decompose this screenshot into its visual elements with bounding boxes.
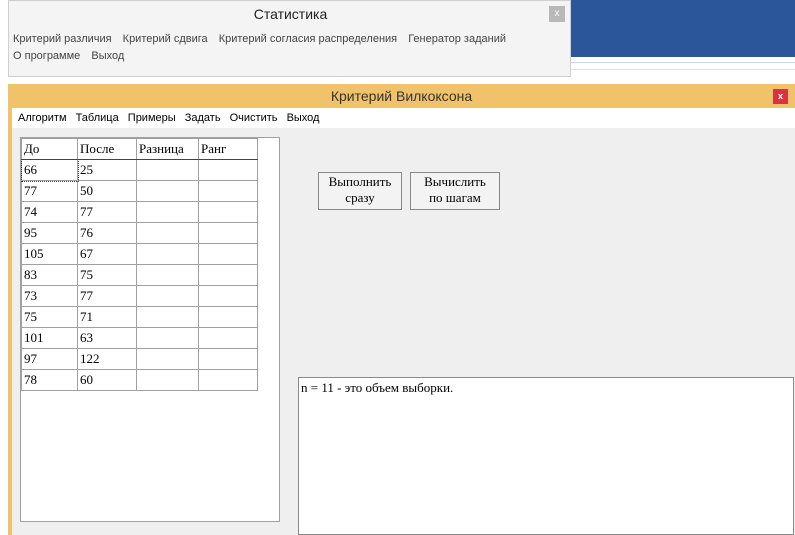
menu-item-clear[interactable]: Очистить bbox=[230, 112, 278, 124]
table-row: 78 60 bbox=[21, 369, 258, 391]
table-cell[interactable]: 97 bbox=[21, 348, 78, 370]
output-text: n = 11 - это объем выборки. bbox=[301, 380, 454, 395]
divider bbox=[571, 69, 795, 70]
menu-item-task-generator[interactable]: Генератор заданий bbox=[408, 33, 506, 45]
wilcoxon-menu-bar: Алгоритм Таблица Примеры Задать Очистить… bbox=[12, 108, 795, 128]
menu-item-algorithm[interactable]: Алгоритм bbox=[18, 112, 67, 124]
column-header-after[interactable]: После bbox=[77, 138, 137, 160]
table-cell[interactable]: 74 bbox=[21, 201, 78, 223]
table-row: 66 25 bbox=[20, 158, 258, 182]
table-row: 77 50 bbox=[21, 180, 258, 202]
step-by-step-button-line2: по шагам bbox=[429, 190, 481, 205]
table-cell[interactable] bbox=[198, 327, 258, 349]
table-cell[interactable] bbox=[136, 369, 199, 391]
table-cell[interactable]: 60 bbox=[77, 369, 137, 391]
table-row: 73 77 bbox=[21, 285, 258, 307]
table-cell[interactable]: 75 bbox=[21, 306, 78, 328]
table-row: 75 71 bbox=[21, 306, 258, 328]
table-cell[interactable] bbox=[136, 180, 199, 202]
table-cell[interactable]: 71 bbox=[77, 306, 137, 328]
statistics-close-icon[interactable]: x bbox=[549, 6, 565, 22]
column-header-rank[interactable]: Ранг bbox=[198, 138, 258, 160]
table-cell[interactable] bbox=[136, 264, 199, 286]
table-cell[interactable]: 67 bbox=[77, 243, 137, 265]
table-cell[interactable] bbox=[198, 222, 258, 244]
table-cell[interactable]: 73 bbox=[21, 285, 78, 307]
table-cell[interactable] bbox=[198, 159, 258, 181]
table-cell[interactable]: 78 bbox=[21, 369, 78, 391]
table-cell[interactable] bbox=[136, 348, 199, 370]
table-cell[interactable] bbox=[136, 159, 199, 181]
table-cell[interactable]: 95 bbox=[21, 222, 78, 244]
menu-item-shift-criterion[interactable]: Критерий сдвига bbox=[123, 33, 208, 45]
wilcoxon-window: Критерий Вилкоксона x Алгоритм Таблица П… bbox=[8, 84, 795, 535]
table-cell[interactable] bbox=[136, 285, 199, 307]
table-cell[interactable]: 101 bbox=[21, 327, 78, 349]
table-row: 101 63 bbox=[21, 327, 258, 349]
desktop-background bbox=[571, 0, 795, 57]
table-cell[interactable] bbox=[198, 180, 258, 202]
menu-item-examples[interactable]: Примеры bbox=[128, 112, 176, 124]
run-now-button[interactable]: Выполнить сразу bbox=[318, 172, 402, 210]
data-grid[interactable]: До После Разница Ранг 66 25 77 50 74 77 95 76 10… bbox=[20, 137, 280, 522]
wilcoxon-close-icon[interactable]: x bbox=[773, 89, 788, 104]
menu-item-goodness-of-fit[interactable]: Критерий согласия распределения bbox=[219, 33, 397, 45]
table-cell[interactable]: 75 bbox=[77, 264, 137, 286]
run-now-button-line1: Выполнить bbox=[328, 174, 392, 189]
table-cell[interactable] bbox=[198, 243, 258, 265]
wilcoxon-window-title: Критерий Вилкоксона bbox=[330, 88, 473, 104]
menu-item-set[interactable]: Задать bbox=[185, 112, 221, 124]
menu-item-difference-criterion[interactable]: Критерий различия bbox=[13, 33, 112, 45]
statistics-menu-bar: Критерий различия Критерий сдвига Критер… bbox=[9, 31, 569, 65]
table-cell[interactable]: 105 bbox=[21, 243, 78, 265]
table-cell[interactable] bbox=[136, 306, 199, 328]
table-cell[interactable]: 77 bbox=[77, 285, 137, 307]
table-row: 83 75 bbox=[21, 264, 258, 286]
output-textarea[interactable]: n = 11 - это объем выборки. bbox=[298, 377, 794, 535]
table-cell[interactable] bbox=[198, 264, 258, 286]
table-row: 74 77 bbox=[21, 201, 258, 223]
table-row: 97 122 bbox=[21, 348, 258, 370]
table-cell[interactable] bbox=[136, 327, 199, 349]
statistics-window-title: Статистика bbox=[253, 6, 328, 22]
step-by-step-button-line1: Вычислить bbox=[424, 174, 486, 189]
table-cell[interactable] bbox=[136, 222, 199, 244]
table-cell[interactable]: 25 bbox=[77, 159, 137, 181]
column-header-difference[interactable]: Разница bbox=[136, 138, 199, 160]
divider bbox=[571, 62, 795, 63]
table-cell[interactable] bbox=[136, 243, 199, 265]
table-header-row: До После Разница Ранг bbox=[21, 138, 258, 160]
window-client-area: Алгоритм Таблица Примеры Задать Очистить… bbox=[12, 108, 795, 535]
table-cell[interactable]: 77 bbox=[21, 180, 78, 202]
table-cell[interactable] bbox=[136, 201, 199, 223]
menu-item-exit[interactable]: Выход bbox=[91, 50, 124, 62]
table-row: 105 67 bbox=[21, 243, 258, 265]
table-cell[interactable] bbox=[198, 348, 258, 370]
data-table: До После Разница Ранг 66 25 77 50 74 77 95 76 10… bbox=[20, 138, 258, 391]
table-cell[interactable]: 66 bbox=[20, 158, 79, 182]
table-cell[interactable]: 77 bbox=[77, 201, 137, 223]
table-cell[interactable]: 83 bbox=[21, 264, 78, 286]
table-cell[interactable]: 122 bbox=[77, 348, 137, 370]
step-by-step-button[interactable]: Вычислить по шагам bbox=[410, 172, 500, 210]
menu-item-about[interactable]: О программе bbox=[13, 50, 80, 62]
table-cell[interactable]: 76 bbox=[77, 222, 137, 244]
table-cell[interactable] bbox=[198, 306, 258, 328]
table-cell[interactable] bbox=[198, 285, 258, 307]
table-cell[interactable] bbox=[198, 369, 258, 391]
table-cell[interactable]: 50 bbox=[77, 180, 137, 202]
menu-item-exit[interactable]: Выход bbox=[287, 112, 320, 124]
statistics-window: Статистика x Критерий различия Критерий … bbox=[8, 0, 571, 77]
run-now-button-line2: сразу bbox=[345, 190, 375, 205]
table-cell[interactable]: 63 bbox=[77, 327, 137, 349]
column-header-before[interactable]: До bbox=[21, 138, 78, 160]
menu-item-table[interactable]: Таблица bbox=[76, 112, 119, 124]
table-row: 95 76 bbox=[21, 222, 258, 244]
table-cell[interactable] bbox=[198, 201, 258, 223]
